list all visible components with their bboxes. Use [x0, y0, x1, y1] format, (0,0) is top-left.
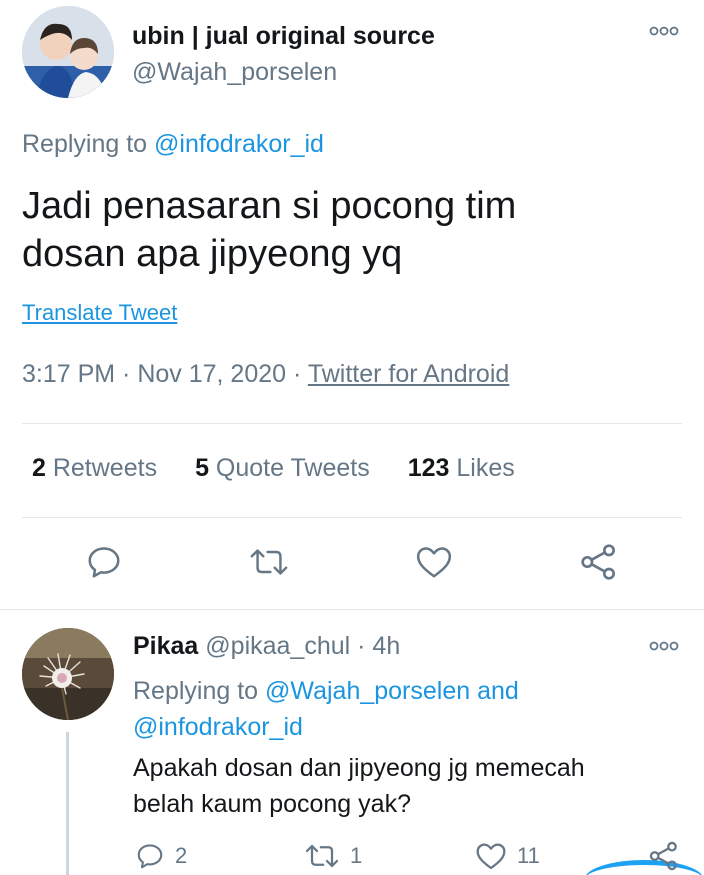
- separator: ·: [115, 360, 138, 388]
- reply-author-name[interactable]: Pikaa: [133, 632, 198, 660]
- reply-header: Pikaa @pikaa_chul · 4h: [133, 632, 400, 661]
- retweets-count: 2: [32, 454, 46, 482]
- reply-action[interactable]: 2: [135, 838, 187, 874]
- divider: [0, 609, 704, 610]
- thread-line: [66, 732, 69, 875]
- reply-text: Apakah dosan dan jipyeong jg memecah bel…: [133, 750, 673, 822]
- separator: ·: [350, 632, 373, 660]
- retweets-label: Retweets: [45, 454, 158, 482]
- more-options-icon[interactable]: [648, 637, 680, 655]
- retweet-count: 1: [350, 843, 363, 868]
- author-handle[interactable]: @Wajah_porselen: [132, 58, 337, 87]
- likes-count: 123: [407, 454, 450, 482]
- replying-to: Replying to @Wajah_porselen and @infodra…: [133, 673, 673, 745]
- retweet-icon: [305, 844, 339, 868]
- divider: [22, 423, 682, 424]
- quotes-count: 5: [195, 454, 209, 482]
- mention-link[interactable]: @infodrakor_id: [154, 130, 324, 158]
- reply-text-line: Apakah dosan dan jipyeong jg memecah: [133, 754, 585, 782]
- replying-and: and: [470, 677, 519, 705]
- retweet-action[interactable]: 1: [304, 838, 362, 874]
- main-tweet-actions: [22, 540, 682, 590]
- tweet-source-link[interactable]: Twitter for Android: [308, 360, 509, 388]
- engagement-stats: 2 Retweets 5 Quote Tweets 123 Likes: [32, 454, 515, 483]
- tweet-detail-page: ubin | jual original source @Wajah_porse…: [0, 0, 704, 875]
- compose-button[interactable]: [584, 860, 704, 875]
- tweet-text-line: Jadi penasaran si pocong tim: [22, 185, 517, 227]
- replying-to: Replying to @infodrakor_id: [22, 130, 324, 159]
- like-count: 11: [517, 843, 540, 868]
- main-tweet-header: ubin | jual original source @Wajah_porse…: [22, 6, 682, 100]
- reply-count: 2: [175, 843, 188, 868]
- retweet-icon[interactable]: [249, 540, 289, 584]
- likes-label: Likes: [449, 454, 515, 482]
- tweet-text-line: dosan apa jipyeong yq: [22, 233, 403, 275]
- avatar[interactable]: [22, 628, 114, 720]
- tweet-time: 3:17 PM: [22, 360, 116, 388]
- tweet-text: Jadi penasaran si pocong tim dosan apa j…: [22, 182, 682, 278]
- like-icon: [476, 843, 506, 870]
- more-options-icon[interactable]: [648, 22, 680, 40]
- mention-link[interactable]: @Wajah_porselen: [265, 677, 470, 705]
- reply-time[interactable]: 4h: [372, 632, 400, 660]
- like-icon[interactable]: [414, 540, 454, 584]
- retweets-stat[interactable]: 2 Retweets: [32, 454, 157, 483]
- translate-tweet-link[interactable]: Translate Tweet: [22, 300, 177, 326]
- share-icon[interactable]: [648, 838, 680, 874]
- avatar[interactable]: [22, 6, 114, 98]
- replying-prefix: Replying to: [133, 677, 266, 705]
- mention-link[interactable]: @infodrakor_id: [133, 713, 303, 741]
- reply-icon: [137, 844, 163, 869]
- quotes-label: Quote Tweets: [208, 454, 370, 482]
- divider: [22, 517, 682, 518]
- share-icon[interactable]: [579, 540, 619, 584]
- tweet-metadata: 3:17 PM · Nov 17, 2020 · Twitter for And…: [22, 360, 509, 389]
- quote-tweets-stat[interactable]: 5 Quote Tweets: [195, 454, 370, 483]
- like-action[interactable]: 11: [475, 838, 540, 874]
- likes-stat[interactable]: 123 Likes: [408, 454, 515, 483]
- tweet-date: Nov 17, 2020: [137, 360, 287, 388]
- reply-text-line: belah kaum pocong yak?: [133, 790, 411, 818]
- author-name[interactable]: ubin | jual original source: [132, 22, 435, 51]
- replying-prefix: Replying to: [22, 130, 155, 158]
- reply-icon[interactable]: [84, 540, 124, 584]
- reply-author-handle[interactable]: @pikaa_chul: [198, 632, 350, 660]
- separator: ·: [286, 360, 308, 388]
